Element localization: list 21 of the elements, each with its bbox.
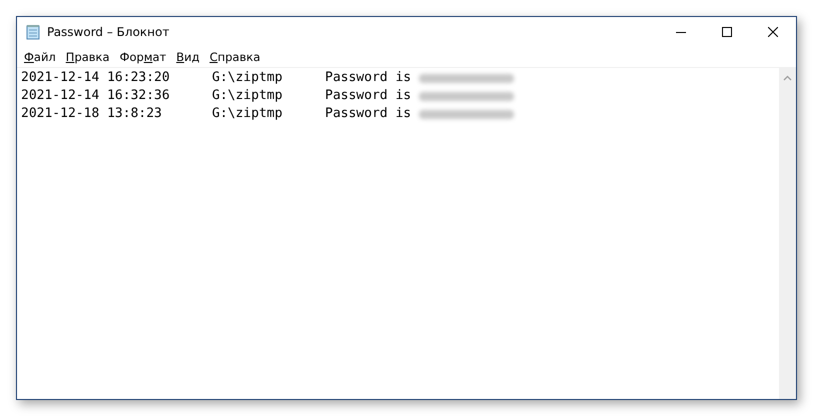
log-date: 2021-12-18 13:8:23 (21, 105, 163, 123)
text-area[interactable]: 2021-12-14 16:23:20 G:\ziptmp Password is 2021-12-14 16:32:36 G:\ziptmp Password is 2021-12-18 13:8:23 G:\ziptmp Password is (17, 68, 779, 399)
menu-item[interactable]: Правка (60, 50, 115, 64)
log-date: 2021-12-14 16:23:20 (21, 69, 171, 87)
log-path: G:\ziptmp (212, 87, 284, 105)
log-date: 2021-12-14 16:32:36 (21, 87, 171, 105)
notepad-icon (25, 24, 41, 40)
log-text: Password is (325, 87, 412, 105)
menu-item[interactable]: Вид (171, 50, 205, 64)
log-text: Password is (325, 105, 412, 123)
scrollbar[interactable] (779, 68, 796, 399)
maximize-icon (722, 26, 732, 36)
close-icon (768, 26, 778, 36)
log-text: Password is (325, 69, 412, 87)
menu-item[interactable]: Формат (114, 50, 172, 64)
window-title: Password – Блокнот (47, 24, 170, 38)
menu-item[interactable]: Файл (19, 50, 61, 64)
log-path: G:\ziptmp (212, 105, 284, 123)
log-path: G:\ziptmp (212, 69, 284, 87)
menu-item[interactable]: Справка (204, 50, 266, 64)
scroll-up-icon[interactable] (783, 75, 792, 81)
